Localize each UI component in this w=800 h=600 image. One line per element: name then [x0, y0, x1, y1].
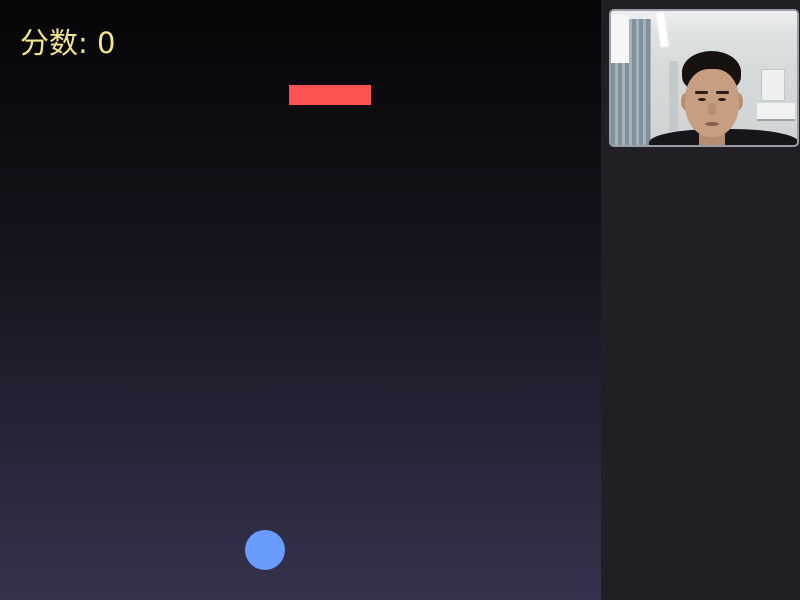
- webcam-person-mouth: [705, 122, 719, 126]
- falling-block: [289, 85, 371, 105]
- score-display: 分数: 0: [20, 26, 115, 60]
- webcam-window-light: [611, 15, 629, 63]
- game-app: 分数: 0: [0, 0, 800, 600]
- score-value: 0: [97, 26, 116, 60]
- webcam-shelf: [757, 103, 795, 121]
- webcam-person-brow-right: [716, 91, 729, 94]
- webcam-person-eye-left: [698, 98, 706, 101]
- webcam-person-nose: [708, 103, 716, 115]
- score-label: 分数:: [20, 26, 88, 60]
- side-panel: [601, 0, 800, 600]
- webcam-person-eye-right: [718, 98, 726, 101]
- webcam-wall-pillar: [669, 61, 678, 131]
- webcam-wall-poster: [761, 69, 785, 101]
- player-ball: [245, 530, 285, 570]
- game-canvas[interactable]: 分数: 0: [0, 0, 601, 600]
- webcam-feed: [609, 9, 799, 147]
- webcam-person-brow-left: [695, 91, 708, 94]
